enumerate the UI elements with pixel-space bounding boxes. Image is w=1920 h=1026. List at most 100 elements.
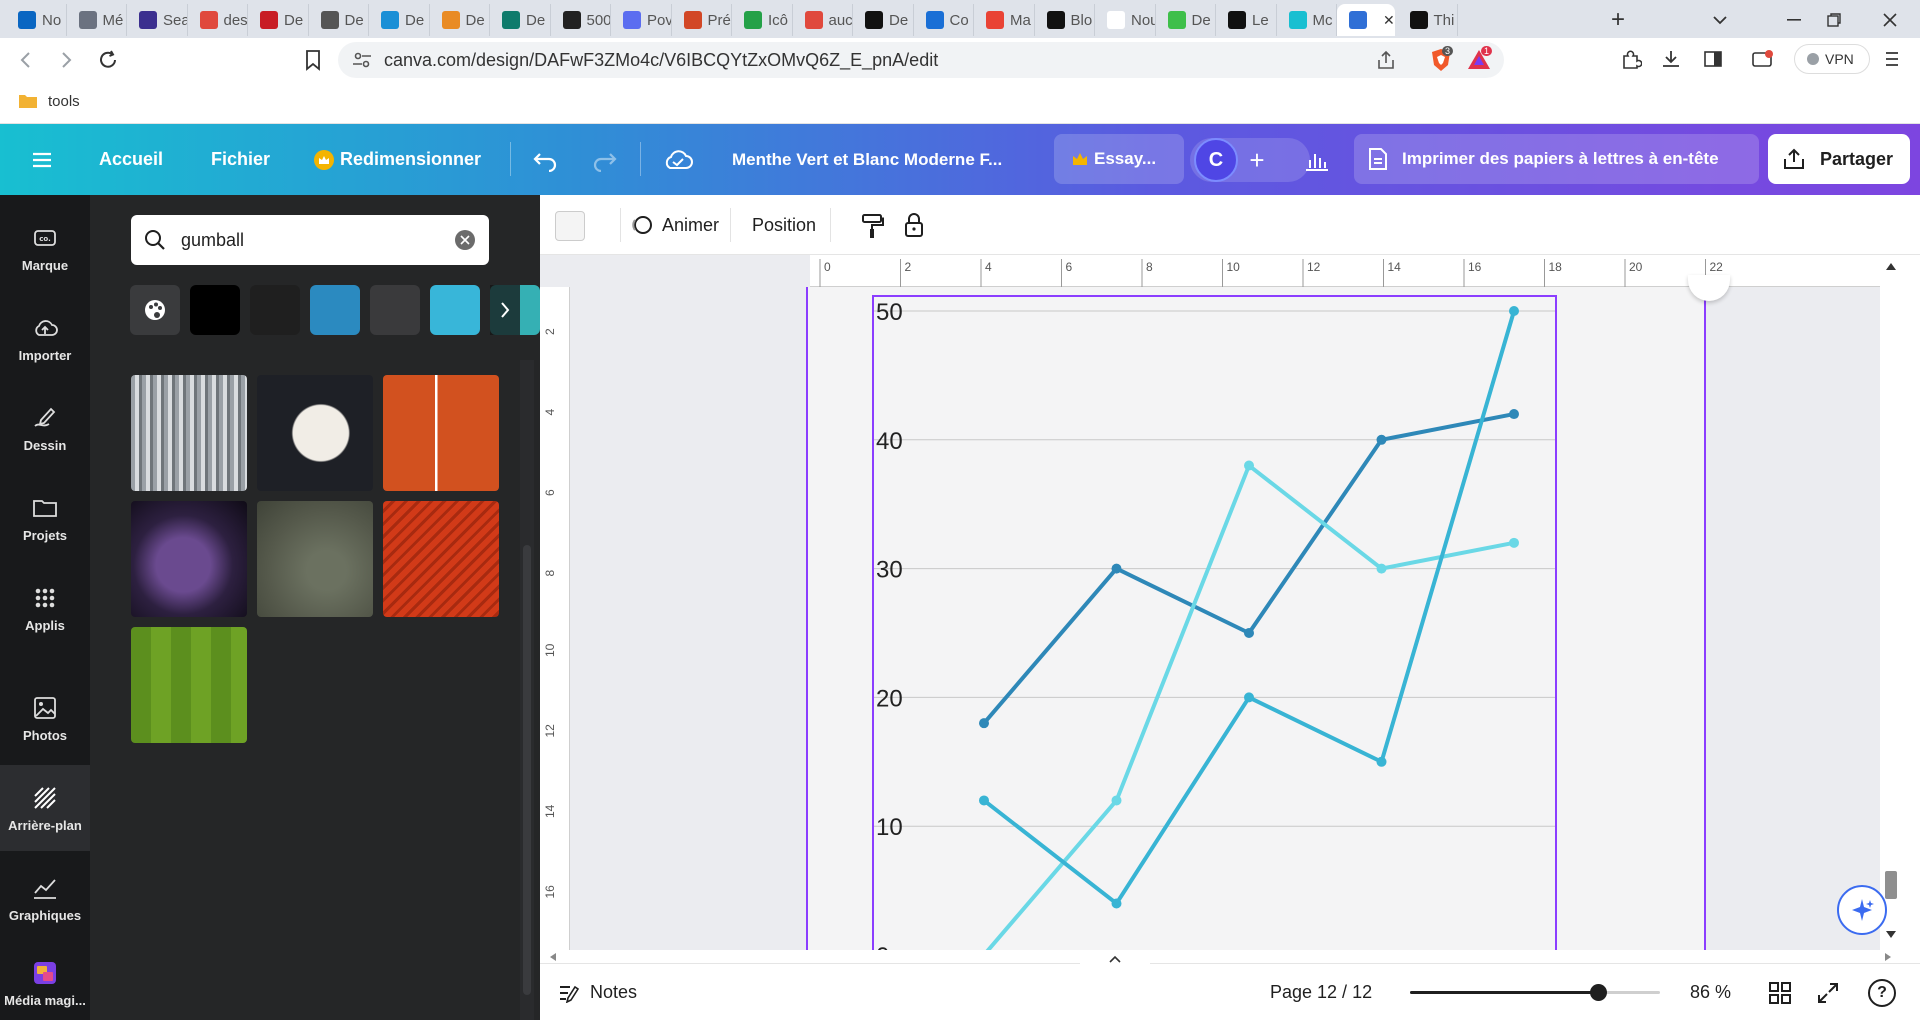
data-point[interactable] — [1376, 756, 1387, 767]
color-swatch[interactable] — [430, 285, 480, 335]
tab-close-icon[interactable]: ✕ — [1383, 12, 1395, 29]
tennis-racket-clay-photo[interactable] — [383, 375, 499, 491]
rail-item[interactable]: co. Marque — [0, 205, 90, 291]
rail-item[interactable]: Média magi... — [0, 940, 90, 1026]
copy-style-icon[interactable] — [860, 213, 884, 239]
data-point[interactable] — [1509, 306, 1519, 316]
football-pitch-corner-photo[interactable] — [131, 627, 247, 743]
fullscreen-icon[interactable] — [1816, 981, 1840, 1005]
rail-item[interactable]: Graphiques — [0, 855, 90, 941]
redo-icon[interactable] — [590, 124, 618, 195]
browser-tab[interactable]: 500 — [551, 4, 611, 36]
url-field[interactable]: canva.com/design/DAFwF3ZMo4c/V6IBCQYtZxO… — [338, 42, 1504, 78]
panel-scrollbar[interactable] — [520, 360, 534, 1020]
color-swatch[interactable] — [250, 285, 300, 335]
silver-disco-ball-photo[interactable] — [131, 375, 247, 491]
browser-tab[interactable]: Pov — [611, 4, 672, 36]
swatch-next-chevron-icon[interactable] — [490, 285, 520, 335]
notes-button[interactable]: Notes — [558, 964, 637, 1021]
browser-tab[interactable]: Mé — [67, 4, 127, 36]
color-swatch[interactable] — [310, 285, 360, 335]
hamburger-menu-icon[interactable] — [30, 124, 54, 195]
zoom-level[interactable]: 86 % — [1690, 964, 1731, 1021]
undo-icon[interactable] — [532, 124, 560, 195]
red-clay-tennis-ball-photo[interactable] — [383, 501, 499, 617]
browser-tab[interactable]: Ma — [974, 4, 1035, 36]
browser-tab[interactable]: Sea — [127, 4, 188, 36]
horizontal-scrollbar[interactable] — [540, 950, 1902, 963]
background-color-swatch[interactable] — [555, 211, 585, 241]
file-menu[interactable]: Fichier — [211, 124, 270, 195]
brave-shield-icon[interactable]: 3 — [1428, 46, 1454, 73]
menu-icon[interactable] — [1882, 48, 1902, 70]
browser-tab[interactable]: Mc — [1277, 4, 1337, 36]
line-chart[interactable]: 0 10 20 30 40 50 — [872, 295, 1557, 950]
search-input[interactable]: gumball — [131, 215, 489, 265]
trial-button[interactable]: Essay... — [1054, 134, 1184, 184]
avatar[interactable]: C — [1194, 138, 1238, 182]
browser-tab[interactable]: De — [853, 4, 914, 36]
minimize-icon[interactable] — [1774, 6, 1814, 34]
forward-icon[interactable] — [54, 48, 78, 72]
reload-icon[interactable] — [96, 48, 120, 72]
golf-ball-grass-photo[interactable] — [257, 501, 373, 617]
browser-tab[interactable]: auc — [793, 4, 853, 36]
browser-tab[interactable]: Co — [914, 4, 974, 36]
data-point[interactable] — [979, 795, 989, 806]
insights-chart-icon[interactable] — [1304, 124, 1330, 195]
animate-button[interactable]: Animer — [620, 195, 719, 255]
magic-assistant-icon[interactable] — [1837, 885, 1887, 935]
color-swatch[interactable] — [190, 285, 240, 335]
back-icon[interactable] — [14, 48, 38, 72]
palette-filter-icon[interactable] — [130, 285, 180, 335]
pages-expand-chevron-icon[interactable] — [1080, 952, 1150, 966]
position-button[interactable]: Position — [752, 195, 816, 255]
data-point[interactable] — [1376, 563, 1387, 574]
rail-item[interactable]: Projets — [0, 475, 90, 561]
share-url-icon[interactable] — [1376, 50, 1398, 70]
data-point[interactable] — [1509, 409, 1519, 420]
series-line[interactable] — [982, 310, 1516, 906]
brave-rewards-icon[interactable]: 1 — [1466, 46, 1493, 73]
design-title[interactable]: Menthe Vert et Blanc Moderne F... — [732, 124, 1002, 195]
window-close-icon[interactable] — [1870, 6, 1910, 34]
sidebar-toggle-icon[interactable] — [1702, 48, 1724, 70]
series-line[interactable] — [984, 463, 1515, 950]
home-menu[interactable]: Accueil — [99, 124, 163, 195]
wallet-icon[interactable] — [1750, 48, 1776, 70]
baseball-photo[interactable] — [257, 375, 373, 491]
browser-tab[interactable]: De — [369, 4, 430, 36]
rail-item[interactable]: Importer — [0, 295, 90, 381]
data-point[interactable] — [1244, 460, 1254, 471]
browser-tab[interactable]: Icô — [732, 4, 793, 36]
browser-tab[interactable]: des — [188, 4, 248, 36]
browser-tab[interactable]: De — [309, 4, 369, 36]
share-button[interactable]: Partager — [1768, 134, 1910, 184]
site-settings-icon[interactable] — [352, 51, 372, 69]
vertical-scrollbar[interactable] — [1880, 255, 1902, 950]
browser-tab[interactable]: De — [430, 4, 490, 36]
page-indicator[interactable]: Page 12 / 12 — [1270, 964, 1372, 1021]
lock-icon[interactable] — [902, 211, 926, 239]
zoom-slider-handle[interactable] — [1589, 984, 1607, 1001]
tab-search-chevron-icon[interactable] — [1705, 6, 1735, 34]
download-icon[interactable] — [1660, 48, 1682, 70]
extensions-icon[interactable] — [1620, 48, 1642, 70]
browser-tab[interactable]: ✕ — [1337, 4, 1395, 36]
bookmark-page-icon[interactable] — [303, 48, 323, 72]
rail-item[interactable]: Arrière-plan — [0, 765, 90, 851]
browser-tab[interactable]: Thi — [1398, 4, 1458, 36]
print-button[interactable]: Imprimer des papiers à lettres à en-tête — [1354, 134, 1759, 184]
browser-tab[interactable]: No — [6, 4, 67, 36]
restore-icon[interactable] — [1814, 6, 1854, 34]
browser-tab[interactable]: De — [248, 4, 309, 36]
color-swatch[interactable] — [370, 285, 420, 335]
data-point[interactable] — [979, 718, 989, 729]
browser-tab[interactable]: Blo — [1035, 4, 1095, 36]
browser-tab[interactable]: De — [490, 4, 551, 36]
purple-basketball-photo[interactable] — [131, 501, 247, 617]
new-tab-button[interactable]: + — [1603, 6, 1633, 34]
zoom-slider[interactable] — [1410, 984, 1660, 1001]
cloud-save-icon[interactable] — [662, 124, 694, 195]
rail-item[interactable]: Dessin — [0, 385, 90, 471]
